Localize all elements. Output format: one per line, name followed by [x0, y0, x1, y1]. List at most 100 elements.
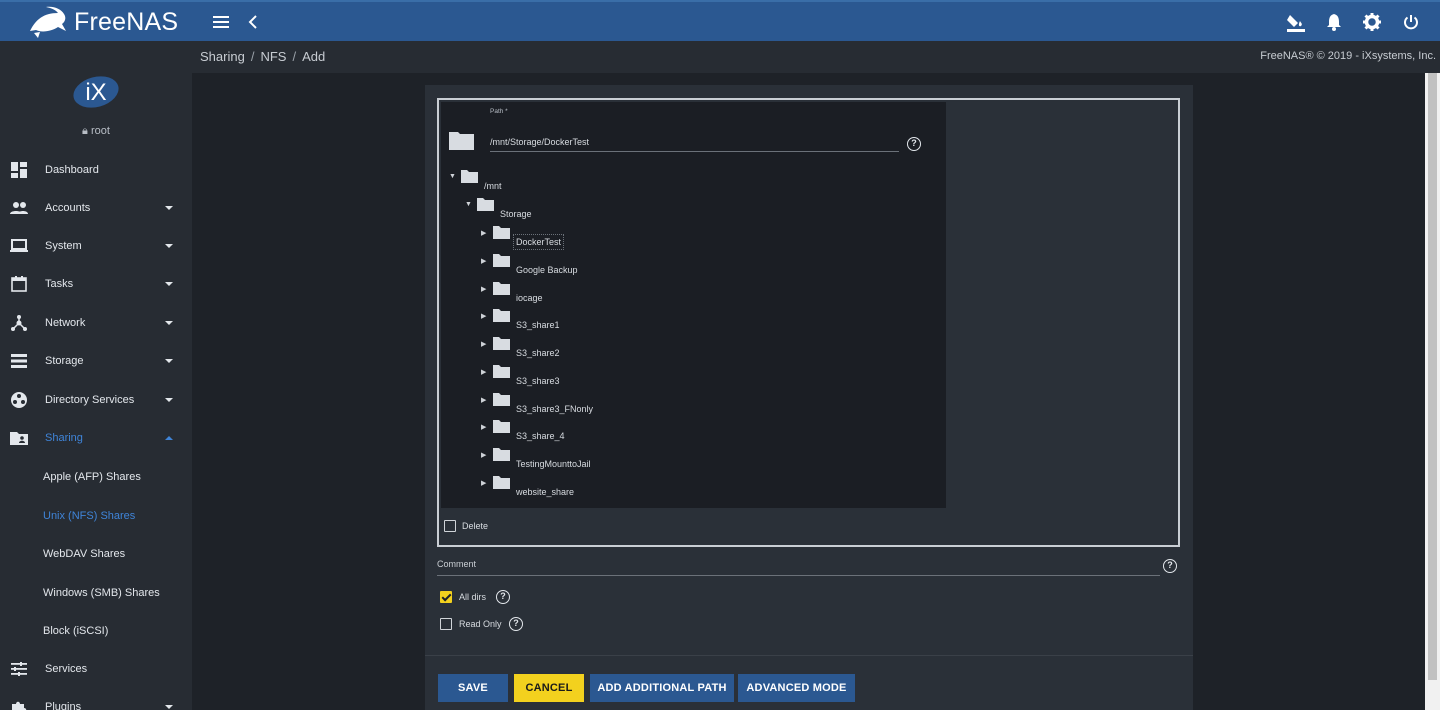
delete-checkbox[interactable]	[444, 520, 456, 532]
tree-node-s3-share1[interactable]: ▶ S3_share1	[481, 308, 631, 330]
sidebar-subitem-webdav[interactable]: WebDAV Shares	[0, 535, 192, 573]
read-only-checkbox[interactable]	[440, 618, 452, 630]
folder-icon	[493, 254, 510, 267]
path-explorer: Path * /mnt/Storage/DockerTest ? ▼ /mnt …	[441, 102, 946, 508]
username: root	[90, 125, 110, 137]
folder-shared-icon	[10, 429, 28, 447]
tree-node-mnt[interactable]: ▼ /mnt	[449, 169, 569, 191]
help-icon[interactable]: ?	[509, 617, 523, 631]
gear-icon[interactable]	[1361, 11, 1383, 33]
sidebar-item-system[interactable]: System	[0, 227, 192, 265]
bell-icon[interactable]	[1323, 11, 1345, 33]
divider	[425, 655, 1193, 656]
sidebar-item-accounts[interactable]: Accounts	[0, 189, 192, 227]
collapsed-toggle-icon[interactable]: ▶	[481, 229, 486, 237]
help-icon[interactable]: ?	[907, 137, 921, 151]
collapsed-toggle-icon[interactable]: ▶	[481, 257, 486, 265]
sidebar-item-plugins[interactable]: Plugins	[0, 688, 192, 710]
sidebar-subitem-iscsi[interactable]: Block (iSCSI)	[0, 612, 192, 650]
folder-icon	[493, 226, 510, 239]
app-name: FreeNAS	[74, 7, 179, 36]
sidebar-subitem-label: WebDAV Shares	[43, 548, 126, 560]
sidebar-subitem-afp[interactable]: Apple (AFP) Shares	[0, 458, 192, 496]
folder-icon	[493, 337, 510, 350]
chevron-down-icon	[165, 206, 173, 210]
freenas-logo[interactable]: FreeNAS	[28, 5, 178, 39]
help-icon[interactable]: ?	[1163, 559, 1177, 573]
all-dirs-checkbox[interactable]	[440, 591, 452, 603]
sidebar-item-storage[interactable]: Storage	[0, 342, 192, 380]
collapsed-toggle-icon[interactable]: ▶	[481, 479, 486, 487]
add-additional-path-button[interactable]: ADD ADDITIONAL PATH	[590, 674, 734, 702]
sidebar-item-services[interactable]: Services	[0, 650, 192, 688]
sidebar-subitem-nfs[interactable]: Unix (NFS) Shares	[0, 497, 192, 535]
read-only-label: Read Only	[459, 619, 502, 629]
tree-node-label: S3_share2	[516, 348, 560, 358]
back-icon[interactable]	[242, 11, 264, 33]
sidebar-subitem-smb[interactable]: Windows (SMB) Shares	[0, 574, 192, 612]
delete-label: Delete	[462, 521, 489, 531]
chevron-down-icon	[165, 282, 173, 286]
collapsed-toggle-icon[interactable]: ▶	[481, 285, 486, 293]
calendar-icon	[10, 275, 28, 293]
cancel-button[interactable]: CANCEL	[514, 674, 584, 702]
tree-node-iocage[interactable]: ▶ iocage	[481, 281, 631, 303]
breadcrumb-add: Add	[302, 49, 326, 64]
tree-node-s3-share3[interactable]: ▶ S3_share3	[481, 364, 631, 386]
collapsed-toggle-icon[interactable]: ▶	[481, 340, 486, 348]
path-input[interactable]: /mnt/Storage/DockerTest	[490, 132, 899, 152]
collapsed-toggle-icon[interactable]: ▶	[481, 396, 486, 404]
collapsed-toggle-icon[interactable]: ▶	[481, 312, 486, 320]
tree-node-s3-share2[interactable]: ▶ S3_share2	[481, 336, 631, 358]
folder-icon[interactable]	[449, 130, 474, 150]
folder-icon	[493, 393, 510, 406]
save-button[interactable]: SAVE	[438, 674, 508, 702]
power-icon[interactable]	[1400, 11, 1422, 33]
sidebar-item-label: Sharing	[45, 432, 83, 444]
advanced-mode-button[interactable]: ADVANCED MODE	[738, 674, 855, 702]
scrollbar-thumb[interactable]	[1428, 73, 1437, 680]
user-name: 🔒︎ root	[0, 125, 192, 138]
breadcrumb-sharing[interactable]: Sharing	[200, 49, 245, 64]
sidebar-subitem-label: Apple (AFP) Shares	[43, 471, 141, 483]
help-icon[interactable]: ?	[496, 590, 510, 604]
tree-node-google-backup[interactable]: ▶ Google Backup	[481, 253, 631, 275]
sidebar-item-network[interactable]: Network	[0, 304, 192, 342]
chevron-down-icon	[165, 321, 173, 325]
folder-icon	[493, 309, 510, 322]
chevron-up-icon	[165, 436, 173, 440]
sidebar-item-sharing[interactable]: Sharing	[0, 419, 192, 457]
expanded-toggle-icon[interactable]: ▼	[465, 201, 472, 208]
tree-node-dockertest[interactable]: ▶ DockerTest	[481, 225, 631, 250]
menu-icon[interactable]	[210, 11, 232, 33]
collapsed-toggle-icon[interactable]: ▶	[481, 423, 486, 431]
theme-icon[interactable]	[1285, 11, 1307, 33]
avatar-text: iX	[85, 79, 106, 106]
collapsed-toggle-icon[interactable]: ▶	[481, 368, 486, 376]
comment-input[interactable]	[437, 575, 1160, 576]
breadcrumb-nfs[interactable]: NFS	[260, 49, 286, 64]
sidebar-item-directory-services[interactable]: Directory Services	[0, 381, 192, 419]
folder-icon	[493, 420, 510, 433]
path-fieldset: Path * /mnt/Storage/DockerTest ? ▼ /mnt …	[437, 98, 1180, 547]
tree-node-label: Storage	[500, 209, 532, 219]
nfs-form-card: Path * /mnt/Storage/DockerTest ? ▼ /mnt …	[425, 85, 1193, 710]
tree-node-storage[interactable]: ▼ Storage	[465, 197, 585, 219]
tree-node-s3-share3-fnonly[interactable]: ▶ S3_share3_FNonly	[481, 392, 631, 414]
page-scrollbar[interactable]	[1425, 73, 1440, 710]
directory-icon	[10, 391, 28, 409]
expanded-toggle-icon[interactable]: ▼	[449, 173, 456, 180]
tree-node-s3-share-4[interactable]: ▶ S3_share_4	[481, 419, 631, 441]
collapsed-toggle-icon[interactable]: ▶	[481, 451, 486, 459]
tree-node-website-share[interactable]: ▶ website_share	[481, 475, 631, 497]
sidebar-item-label: Tasks	[45, 278, 74, 290]
tune-icon	[10, 660, 28, 678]
sidebar-item-tasks[interactable]: Tasks	[0, 265, 192, 303]
sidebar-item-label: Services	[45, 663, 88, 675]
sidebar-item-dashboard[interactable]: Dashboard	[0, 151, 192, 189]
tree-node-testingmounttojail[interactable]: ▶ TestingMounttoJail	[481, 447, 631, 469]
storage-icon	[10, 352, 28, 370]
avatar: iX	[73, 76, 119, 108]
sidebar-item-label: System	[45, 240, 82, 252]
all-dirs-label: All dirs	[459, 592, 487, 602]
